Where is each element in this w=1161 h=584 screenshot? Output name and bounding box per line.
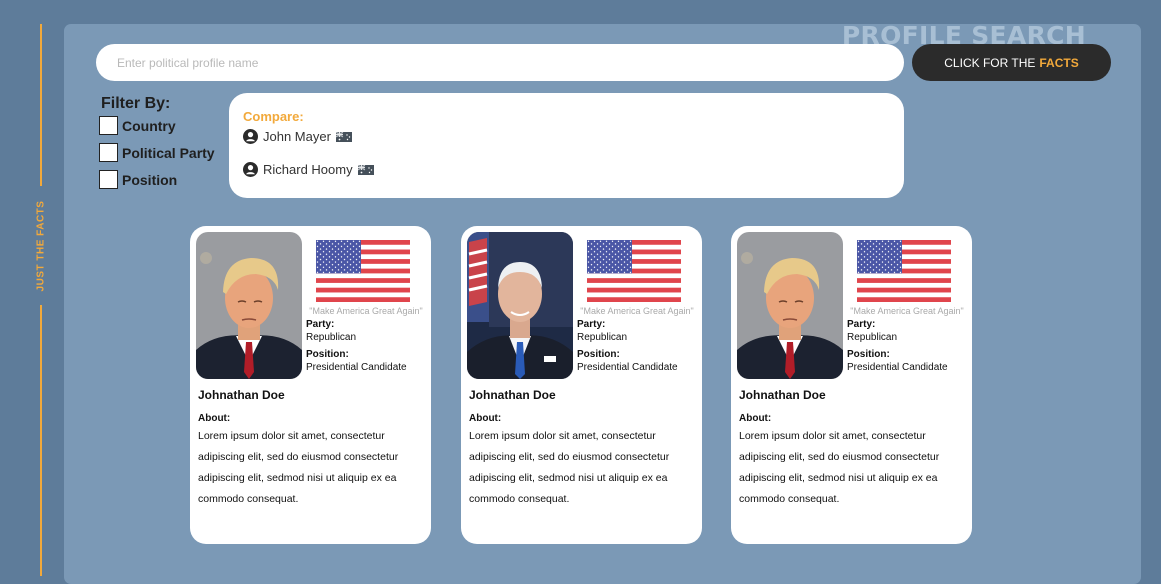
- position-label: Position:: [577, 349, 620, 360]
- filter-label: Position: [122, 171, 178, 188]
- facts-button-accent: FACTS: [1039, 55, 1079, 70]
- position-value: Presidential Candidate: [847, 362, 948, 373]
- australia-flag-icon: [358, 165, 374, 175]
- position-value: Presidential Candidate: [306, 362, 407, 373]
- compare-name: John Mayer: [263, 129, 331, 144]
- about-text: Lorem ipsum dolor sit amet, consectetur …: [739, 430, 940, 505]
- party-value: Republican: [577, 332, 628, 343]
- position-label: Position:: [847, 349, 890, 360]
- us-flag-icon: [587, 240, 681, 302]
- profile-card[interactable]: "Make America Great Again" Party: Republ…: [190, 226, 431, 544]
- us-flag-icon: [316, 240, 410, 302]
- filter-country[interactable]: Country: [99, 116, 176, 135]
- position-value: Presidential Candidate: [577, 362, 678, 373]
- user-icon: [243, 162, 258, 177]
- side-rail-line-bottom: [40, 305, 42, 576]
- position-label: Position:: [306, 349, 349, 360]
- filter-label: Political Party: [122, 144, 215, 161]
- profile-card[interactable]: "Make America Great Again" Party: Republ…: [731, 226, 972, 544]
- position-checkbox[interactable]: [99, 170, 118, 189]
- compare-title: Compare:: [243, 109, 304, 124]
- filter-political-party[interactable]: Political Party: [99, 143, 215, 162]
- about-text: Lorem ipsum dolor sit amet, consectetur …: [469, 430, 670, 505]
- party-value: Republican: [306, 332, 357, 343]
- compare-box: Compare: John Mayer Richard Hoomy: [229, 93, 904, 198]
- us-flag-icon: [857, 240, 951, 302]
- card-slogan: "Make America Great Again": [850, 306, 964, 316]
- about-label: About:: [469, 413, 502, 424]
- about-label: About:: [739, 413, 772, 424]
- card-name: Johnathan Doe: [198, 388, 285, 402]
- profile-photo: [467, 232, 573, 379]
- card-name: Johnathan Doe: [739, 388, 826, 402]
- card-name: Johnathan Doe: [469, 388, 556, 402]
- about-label: About:: [198, 413, 231, 424]
- party-value: Republican: [847, 332, 898, 343]
- filter-position[interactable]: Position: [99, 170, 177, 189]
- filter-label: Country: [122, 117, 176, 134]
- about-text: Lorem ipsum dolor sit amet, consectetur …: [198, 430, 399, 505]
- country-checkbox[interactable]: [99, 116, 118, 135]
- party-label: Party:: [847, 319, 876, 330]
- card-slogan: "Make America Great Again": [309, 306, 423, 316]
- compare-item[interactable]: Richard Hoomy: [243, 162, 374, 177]
- side-brand-label: JUST THE FACTS: [35, 200, 47, 292]
- facts-button-prefix: CLICK FOR THE: [944, 55, 1036, 70]
- side-rail-line-top: [40, 24, 42, 186]
- profile-photo: [737, 232, 843, 379]
- profile-card[interactable]: "Make America Great Again" Party: Republ…: [461, 226, 702, 544]
- compare-item[interactable]: John Mayer: [243, 129, 352, 144]
- profile-search-input[interactable]: [96, 44, 904, 81]
- compare-name: Richard Hoomy: [263, 162, 353, 177]
- party-label: Party:: [577, 319, 606, 330]
- profile-photo: [196, 232, 302, 379]
- filter-title: Filter By:: [101, 95, 171, 112]
- political-party-checkbox[interactable]: [99, 143, 118, 162]
- card-slogan: "Make America Great Again": [580, 306, 694, 316]
- click-for-facts-button[interactable]: CLICK FOR THE FACTS: [912, 44, 1111, 81]
- australia-flag-icon: [336, 132, 352, 142]
- user-icon: [243, 129, 258, 144]
- party-label: Party:: [306, 319, 335, 330]
